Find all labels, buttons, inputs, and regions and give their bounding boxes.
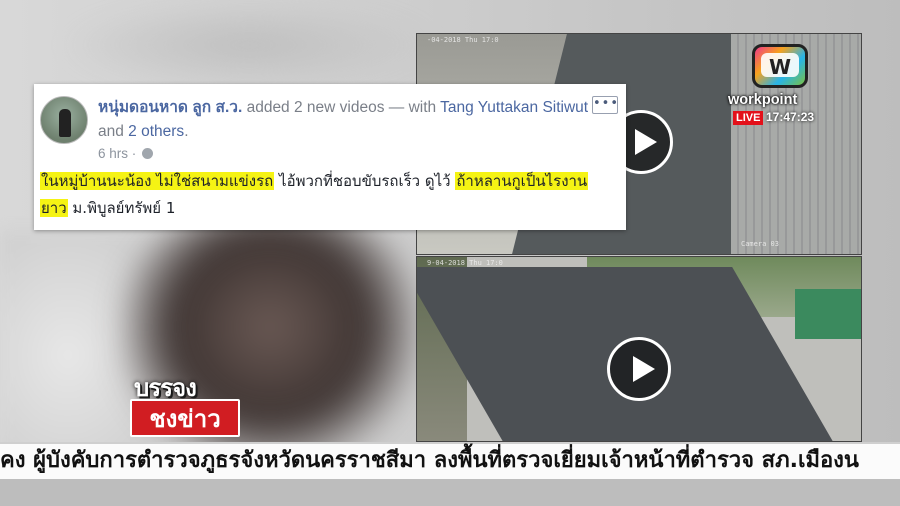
channel-name: workpoint <box>728 92 798 108</box>
video-timestamp: -04-2018 Thu 17:0 <box>427 36 499 44</box>
post-text-segment: ม.พิบูลย์ทรัพย์ 1 <box>67 199 176 217</box>
tagged-others[interactable]: 2 others <box>128 123 184 140</box>
news-ticker: คง ผู้บังคับการตำรวจภูธรจังหวัดนครราชสีม… <box>0 442 900 479</box>
highlighted-text: ถ้าหลานกูเป็นไรงาน <box>455 172 589 190</box>
logo-letter: W <box>768 55 792 79</box>
author-name[interactable]: หนุ่มดอนหาด ลูก ส.ว. <box>98 99 242 116</box>
camera-label: Camera 03 <box>741 240 779 248</box>
cctv-video-bottom[interactable]: 9-04-2018 Thu 17:0 <box>416 256 862 442</box>
avatar-figure <box>59 109 71 137</box>
video-tent <box>795 289 861 339</box>
play-icon[interactable] <box>607 337 671 401</box>
video-timestamp: 9-04-2018 Thu 17:0 <box>427 259 503 267</box>
program-logo-line2: ชงข่าว <box>130 399 240 437</box>
broadcast-clock: 17:47:23 <box>766 110 815 124</box>
highlighted-text: ยาว <box>40 199 68 217</box>
post-text: ในหมู่บ้านนะน้อง ไม่ใช่สนามแข่งรถ ไอ้พวก… <box>40 168 620 222</box>
post-meta: 6 hrs · <box>98 146 154 161</box>
channel-logo: W <box>742 40 816 94</box>
more-options-button[interactable]: ••• <box>592 96 618 114</box>
post-header: หนุ่มดอนหาด ลูก ส.ว. added 2 new videos … <box>98 96 598 144</box>
ticker-text: คง ผู้บังคับการตำรวจภูธรจังหวัดนครราชสีม… <box>0 448 859 473</box>
avatar[interactable] <box>40 96 88 144</box>
globe-icon <box>142 148 154 159</box>
highlighted-text: ในหมู่บ้านนะน้อง ไม่ใช่สนามแข่งรถ <box>40 172 275 190</box>
tagged-user[interactable]: Tang Yuttakan Sitiwut <box>440 99 588 116</box>
post-and: and <box>98 123 129 140</box>
bottom-strip <box>0 479 900 506</box>
background-blur-top <box>60 0 440 90</box>
post-action: added 2 new videos — with <box>246 99 441 116</box>
post-time[interactable]: 6 hrs <box>98 146 128 161</box>
post-period: . <box>184 123 189 140</box>
post-text-segment: ไอ้พวกที่ชอบขับรถเร็ว ดูไว้ <box>274 172 456 190</box>
facebook-post-card: หนุ่มดอนหาด ลูก ส.ว. added 2 new videos … <box>34 84 626 230</box>
tv-logo-icon: W <box>752 44 808 88</box>
live-badge: LIVE <box>733 111 764 125</box>
